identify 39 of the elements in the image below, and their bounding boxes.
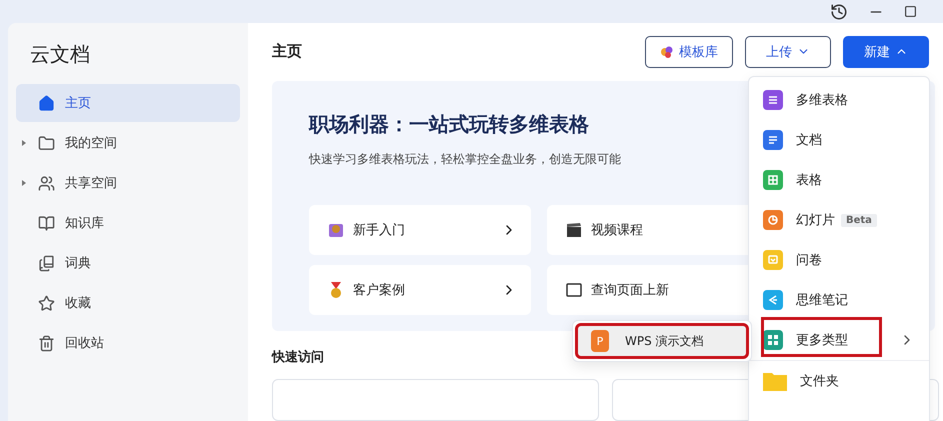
sidebar-item[interactable]: 主页 [16,84,240,122]
book-icon [38,214,55,232]
sidebar-item[interactable]: 我的空间 [16,124,240,162]
star-icon [38,294,55,312]
sidebar-item[interactable]: 词典 [16,244,240,282]
app-title: 云文档 [29,41,91,68]
page-title: 主页 [272,42,302,62]
beta-badge: Beta [841,214,877,226]
new-button[interactable]: 新建 [843,36,929,68]
banner-title: 职场利器：一站式玩转多维表格 [309,110,590,138]
sidebar-item[interactable]: 收藏 [16,284,240,322]
sidebar-item[interactable]: 回收站 [16,324,240,362]
clapperboard-icon [565,220,583,239]
banner-subtitle: 快速学习多维表格玩法，轻松掌控全盘业务，创造无限可能 [309,150,622,168]
template-button[interactable]: 模板库 [645,36,733,68]
expand-arrow-icon[interactable] [20,139,28,147]
menu-item[interactable]: 文件夹 [749,360,929,401]
home-icon [38,94,55,112]
sidebar-item[interactable]: 共享空间 [16,164,240,202]
users-icon [38,174,55,192]
section-title: 快速访问 [272,348,325,366]
folder-icon [38,134,55,152]
trash-icon [38,334,55,352]
book-icon [565,280,583,299]
menu-item[interactable]: 文档 [749,120,929,160]
palette-icon [660,44,674,59]
books-icon [38,254,55,272]
maximize-icon[interactable] [904,5,917,18]
sidebar-item[interactable]: 知识库 [16,204,240,242]
presentation-file-icon: P [591,330,609,352]
menu-item[interactable]: 多维表格 [749,80,929,120]
link-tile[interactable]: 客户案例 [309,264,531,315]
menu-item[interactable]: 表格 [749,160,929,200]
upload-button[interactable]: 上传 [745,36,831,68]
menu-item[interactable]: 更多类型 [749,320,929,360]
history-icon[interactable] [830,2,848,20]
menu-item[interactable]: P WPS 演示文档 [577,325,747,357]
link-tile[interactable]: 新手入门 [309,204,531,255]
expand-arrow-icon[interactable] [20,179,28,187]
